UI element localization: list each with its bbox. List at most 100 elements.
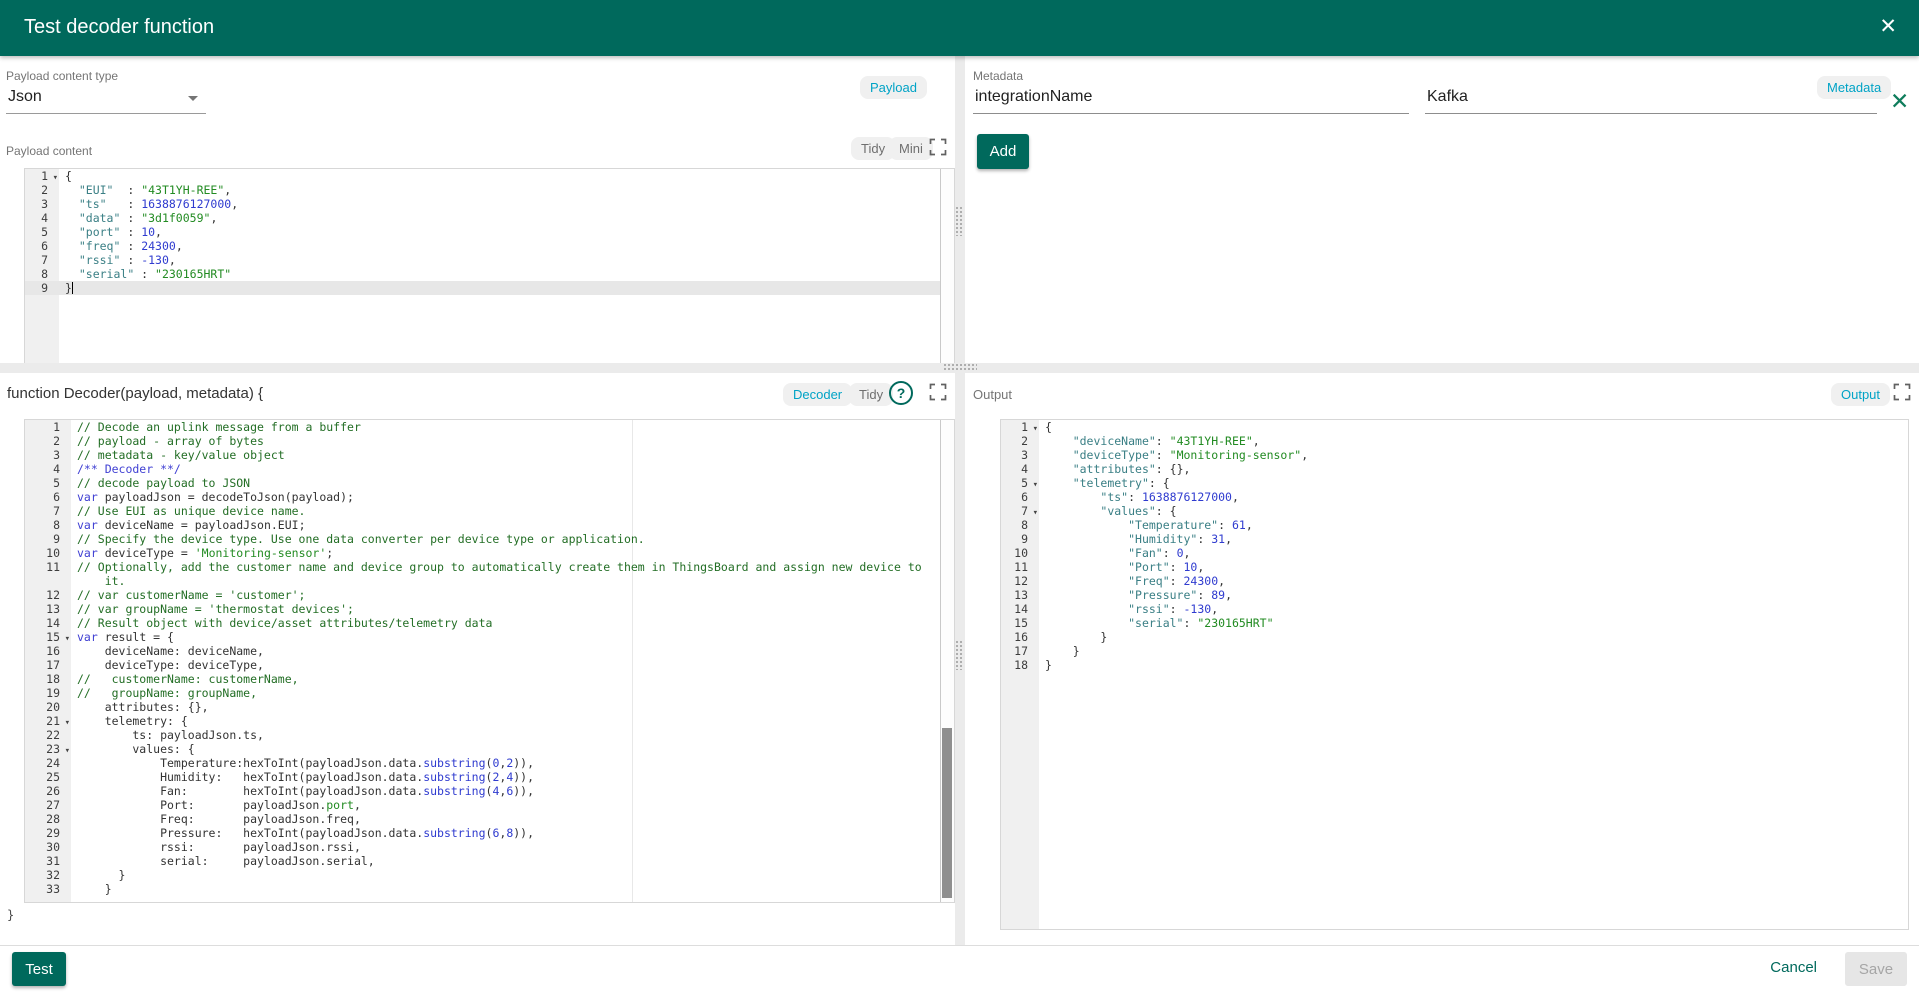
line-number[interactable]: 9 xyxy=(1001,532,1039,546)
fullscreen-icon[interactable] xyxy=(929,383,949,403)
code-line[interactable]: 2 "EUI" : "43T1YH-REE", xyxy=(25,183,954,197)
code-line[interactable]: 6var payloadJson = decodeToJson(payload)… xyxy=(25,490,954,504)
code-line[interactable]: 24 Temperature:hexToInt(payloadJson.data… xyxy=(25,756,954,770)
code-line[interactable]: 2// payload - array of bytes xyxy=(25,434,954,448)
code-line[interactable]: 23▾ values: { xyxy=(25,742,954,756)
line-number[interactable]: 29 xyxy=(25,826,71,840)
splitter-grip[interactable] xyxy=(943,363,977,372)
line-number[interactable]: 10 xyxy=(25,546,71,560)
code-line[interactable]: 8var deviceName = payloadJson.EUI; xyxy=(25,518,954,532)
code-line[interactable]: 11 "Port": 10, xyxy=(1001,560,1908,574)
line-number[interactable]: 31 xyxy=(25,854,71,868)
tidy-button[interactable]: Tidy xyxy=(849,383,893,406)
line-number[interactable]: 30 xyxy=(25,840,71,854)
line-number[interactable]: 10 xyxy=(1001,546,1039,560)
line-number[interactable]: 7▾ xyxy=(1001,504,1039,518)
code-line[interactable]: 25 Humidity: hexToInt(payloadJson.data.s… xyxy=(25,770,954,784)
line-number[interactable]: 8 xyxy=(25,518,71,532)
code-line[interactable]: 7▾ "values": { xyxy=(1001,504,1908,518)
code-line[interactable]: 4 "data" : "3d1f0059", xyxy=(25,211,954,225)
code-line[interactable]: 20 attributes: {}, xyxy=(25,700,954,714)
code-line[interactable]: 22 ts: payloadJson.ts, xyxy=(25,728,954,742)
line-number[interactable]: 14 xyxy=(1001,602,1039,616)
code-line[interactable]: it. xyxy=(25,574,954,588)
line-number[interactable]: 9 xyxy=(25,532,71,546)
help-icon[interactable]: ? xyxy=(889,381,913,405)
cancel-button[interactable]: Cancel xyxy=(1764,958,1823,977)
code-line[interactable]: 9} xyxy=(25,281,954,295)
line-number[interactable]: 23▾ xyxy=(25,742,71,756)
code-line[interactable]: 2 "deviceName": "43T1YH-REE", xyxy=(1001,434,1908,448)
code-line[interactable]: 6 "freq" : 24300, xyxy=(25,239,954,253)
code-line[interactable]: 19// groupName: groupName, xyxy=(25,686,954,700)
fullscreen-icon[interactable] xyxy=(929,138,949,158)
line-number[interactable]: 13 xyxy=(25,602,71,616)
line-number[interactable]: 3 xyxy=(25,197,59,211)
line-number[interactable]: 2 xyxy=(25,434,71,448)
line-number[interactable]: 9 xyxy=(25,281,59,295)
line-number[interactable]: 32 xyxy=(25,868,71,882)
line-number[interactable]: 17 xyxy=(25,658,71,672)
line-number[interactable]: 5 xyxy=(25,476,71,490)
line-number[interactable]: 6 xyxy=(25,239,59,253)
code-line[interactable]: 8 "serial" : "230165HRT" xyxy=(25,267,954,281)
line-number[interactable]: 13 xyxy=(1001,588,1039,602)
vertical-splitter[interactable] xyxy=(955,56,965,945)
delete-row-icon[interactable]: ✕ xyxy=(1890,89,1909,113)
line-number[interactable]: 4 xyxy=(25,462,71,476)
code-line[interactable]: 4 "attributes": {}, xyxy=(1001,462,1908,476)
code-line[interactable]: 28 Freq: payloadJson.freq, xyxy=(25,812,954,826)
line-number[interactable]: 8 xyxy=(1001,518,1039,532)
code-line[interactable]: 12// var customerName = 'customer'; xyxy=(25,588,954,602)
code-line[interactable]: 15▾var result = { xyxy=(25,630,954,644)
scrollbar[interactable] xyxy=(940,420,954,902)
scrollbar[interactable] xyxy=(940,169,954,363)
line-number[interactable]: 12 xyxy=(25,588,71,602)
line-number[interactable]: 25 xyxy=(25,770,71,784)
code-line[interactable]: 14 "rssi": -130, xyxy=(1001,602,1908,616)
line-number[interactable]: 22 xyxy=(25,728,71,742)
close-icon[interactable]: ✕ xyxy=(1879,14,1897,40)
splitter-grip[interactable] xyxy=(955,206,964,236)
code-line[interactable]: 11// Optionally, add the customer name a… xyxy=(25,560,954,574)
line-number[interactable]: 3 xyxy=(1001,448,1039,462)
line-number[interactable]: 20 xyxy=(25,700,71,714)
line-number[interactable]: 18 xyxy=(1001,658,1039,672)
line-number[interactable]: 33 xyxy=(25,882,71,896)
code-line[interactable]: 32 } xyxy=(25,868,954,882)
line-number[interactable]: 4 xyxy=(1001,462,1039,476)
horizontal-splitter[interactable] xyxy=(0,363,1919,373)
line-number[interactable]: 14 xyxy=(25,616,71,630)
code-line[interactable]: 9 "Humidity": 31, xyxy=(1001,532,1908,546)
mini-button[interactable]: Mini xyxy=(889,137,933,160)
line-number[interactable]: 15▾ xyxy=(25,630,71,644)
line-number[interactable]: 16 xyxy=(1001,630,1039,644)
line-number[interactable]: 5 xyxy=(25,225,59,239)
code-line[interactable]: 5 "port" : 10, xyxy=(25,225,954,239)
line-number[interactable]: 11 xyxy=(1001,560,1039,574)
line-number[interactable]: 2 xyxy=(25,183,59,197)
line-number[interactable]: 27 xyxy=(25,798,71,812)
line-number[interactable]: 6 xyxy=(25,490,71,504)
code-line[interactable]: 14// Result object with device/asset att… xyxy=(25,616,954,630)
line-number[interactable]: 19 xyxy=(25,686,71,700)
code-line[interactable]: 5▾ "telemetry": { xyxy=(1001,476,1908,490)
line-number[interactable]: 6 xyxy=(1001,490,1039,504)
scrollbar-thumb[interactable] xyxy=(942,728,952,898)
line-number[interactable]: 24 xyxy=(25,756,71,770)
line-number[interactable]: 1 xyxy=(25,420,71,434)
line-number[interactable] xyxy=(25,574,71,588)
code-line[interactable]: 1// Decode an uplink message from a buff… xyxy=(25,420,954,434)
code-line[interactable]: 17 } xyxy=(1001,644,1908,658)
code-line[interactable]: 18} xyxy=(1001,658,1908,672)
line-number[interactable]: 7 xyxy=(25,504,71,518)
line-number[interactable]: 18 xyxy=(25,672,71,686)
metadata-key-input[interactable] xyxy=(973,84,1409,114)
code-line[interactable]: 3 "deviceType": "Monitoring-sensor", xyxy=(1001,448,1908,462)
fullscreen-icon[interactable] xyxy=(1893,383,1913,403)
code-line[interactable]: 17 deviceType: deviceType, xyxy=(25,658,954,672)
code-line[interactable]: 21▾ telemetry: { xyxy=(25,714,954,728)
code-line[interactable]: 16 deviceName: deviceName, xyxy=(25,644,954,658)
code-line[interactable]: 15 "serial": "230165HRT" xyxy=(1001,616,1908,630)
code-line[interactable]: 1▾{ xyxy=(1001,420,1908,434)
